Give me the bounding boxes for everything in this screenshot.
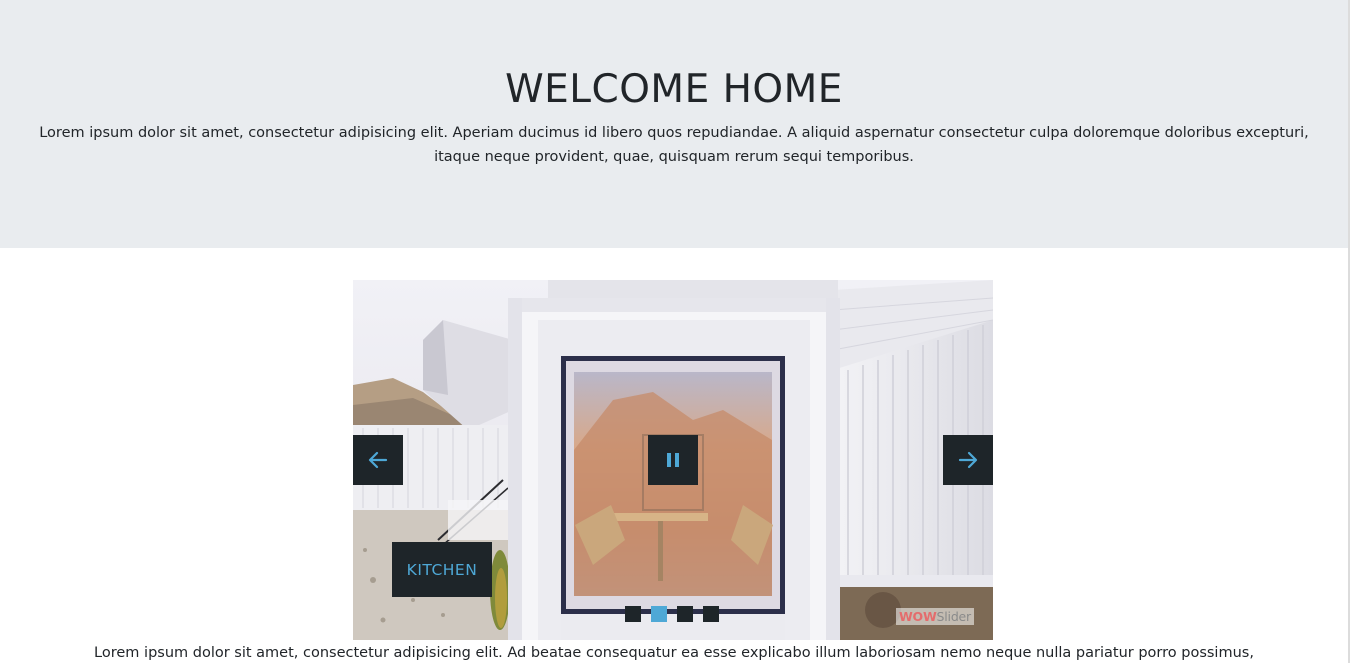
arrow-left-icon xyxy=(368,451,388,469)
pause-icon xyxy=(667,453,679,467)
hero-description: Lorem ipsum dolor sit amet, consectetur … xyxy=(39,125,1309,165)
slide-bullet-2[interactable] xyxy=(651,606,667,622)
watermark-slider: Slider xyxy=(936,609,972,624)
wowslider-watermark[interactable]: WOWSlider xyxy=(895,608,974,625)
hero-banner: WELCOME HOME Lorem ipsum dolor sit amet,… xyxy=(0,0,1348,248)
slide-bullet-4[interactable] xyxy=(703,606,719,622)
slide-caption: KITCHEN xyxy=(392,542,492,597)
pause-slideshow-button[interactable] xyxy=(648,435,698,485)
prev-slide-button[interactable] xyxy=(353,435,403,485)
next-slide-button[interactable] xyxy=(943,435,993,485)
hero-title: WELCOME HOME xyxy=(505,67,843,112)
image-slider[interactable]: KITCHEN WOWSlider xyxy=(353,280,993,640)
watermark-wow: WOW xyxy=(898,609,937,624)
slide-bullet-1[interactable] xyxy=(625,606,641,622)
slide-bullet-3[interactable] xyxy=(677,606,693,622)
body-paragraph: Lorem ipsum dolor sit amet, consectetur … xyxy=(94,645,1254,661)
slide-bullets xyxy=(625,606,719,622)
arrow-right-icon xyxy=(958,451,978,469)
